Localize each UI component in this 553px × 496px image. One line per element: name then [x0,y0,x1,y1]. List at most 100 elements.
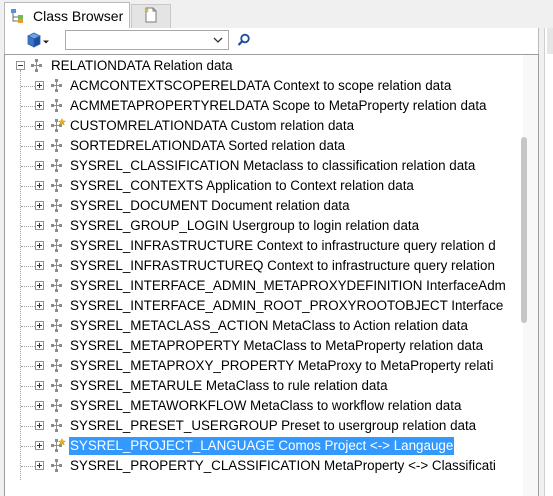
tree-node[interactable]: SORTEDRELATIONDATA Sorted relation data [5,136,525,156]
class-icon [50,78,66,94]
expand-toggle[interactable] [35,121,44,130]
search-button[interactable] [235,32,253,50]
tree-node[interactable]: SYSREL_METAPROPERTY MetaClass to MetaPro… [5,336,525,356]
tree-node[interactable]: SYSREL_INTERFACE_ADMIN_ROOT_PROXYROOTOBJ… [5,296,525,316]
tree-node[interactable]: SYSREL_DOCUMENT Document relation data [5,196,525,216]
tree-branch-line [21,466,35,467]
tree-branch-line [21,266,35,267]
class-browser-icon [9,6,29,26]
expand-toggle[interactable] [35,421,44,430]
tree-node-label: SYSREL_INTERFACE_ADMIN_METAPROXYDEFINITI… [70,278,506,293]
expand-toggle[interactable] [35,441,44,450]
tree-branch-line [21,286,35,287]
class-icon [50,418,66,434]
tree-branch-line [21,106,35,107]
expand-toggle[interactable] [35,101,44,110]
tree-branch-line [21,86,35,87]
tree-node-label: SYSREL_DOCUMENT Document relation data [70,198,350,213]
tree-branch-line [21,126,35,127]
tree-node[interactable]: CUSTOMRELATIONDATA Custom relation data [5,116,525,136]
tree-node-label: SYSREL_GROUP_LOGIN Usergroup to login re… [70,218,420,233]
class-icon [50,298,66,314]
tree-node[interactable]: ACMMETAPROPERTYRELDATA Scope to MetaProp… [5,96,525,116]
class-icon [50,218,66,234]
tree-node[interactable]: ACMCONTEXTSCOPERELDATA Context to scope … [5,76,525,96]
expand-toggle[interactable] [35,161,44,170]
expand-toggle[interactable] [35,321,44,330]
tree-node-label: SYSREL_METAPROXY_PROPERTY MetaProxy to M… [70,358,494,373]
tab-class-browser[interactable]: Class Browser [4,2,130,28]
tree-branch-line [21,366,35,367]
tree-node-label: SORTEDRELATIONDATA Sorted relation data [70,138,346,153]
expand-toggle[interactable] [35,341,44,350]
toolbar [4,28,539,54]
tree-branch-line [21,326,35,327]
expand-toggle[interactable] [35,261,44,270]
tree-node-label: SYSREL_INFRASTRUCTUREQ Context to infras… [70,258,495,273]
class-icon [50,138,66,154]
class-icon [50,158,66,174]
tree-node[interactable]: SYSREL_METACLASS_ACTION MetaClass to Act… [5,316,525,336]
tree-node[interactable]: SYSREL_INFRASTRUCTURE Context to infrast… [5,236,525,256]
class-star-icon [50,437,67,454]
tree-node[interactable]: SYSREL_CLASSIFICATION Metaclass to class… [5,156,525,176]
class-icon [50,238,66,254]
adjacent-panel-edge [544,28,553,496]
cube-icon [26,32,42,51]
class-icon [30,58,46,74]
tree-node[interactable]: SYSREL_METAWORKFLOW MetaClass to workflo… [5,396,525,416]
tree-node[interactable]: SYSREL_INTERFACE_ADMIN_METAPROXYDEFINITI… [5,276,525,296]
tree-node-selected[interactable]: SYSREL_PROJECT_LANGUAGE Comos Project <-… [5,436,525,456]
class-icon [50,378,66,394]
tree-branch-line [21,446,35,447]
expand-toggle[interactable] [35,241,44,250]
tree-node[interactable]: SYSREL_METARULE MetaClass to rule relati… [5,376,525,396]
tree-node[interactable]: SYSREL_METAPROXY_PROPERTY MetaProxy to M… [5,356,525,376]
expand-toggle[interactable] [35,81,44,90]
tree-node-label: SYSREL_PRESET_USERGROUP Preset to usergr… [70,418,477,433]
tree-node[interactable]: SYSREL_INFRASTRUCTUREQ Context to infras… [5,256,525,276]
tree-node-label: SYSREL_METACLASS_ACTION MetaClass to Act… [70,318,468,333]
tree-node-label: ACMMETAPROPERTYRELDATA Scope to MetaProp… [70,98,487,113]
scrollbar-thumb[interactable] [521,137,527,323]
expand-toggle[interactable] [35,301,44,310]
search-icon [237,33,251,50]
collapse-toggle[interactable] [16,61,25,70]
expand-toggle[interactable] [35,281,44,290]
expand-toggle[interactable] [35,181,44,190]
tree-node[interactable]: SYSREL_PROPERTY_CLASSIFICATION MetaPrope… [5,456,525,476]
tree-node-label: SYSREL_METAPROPERTY MetaClass to MetaPro… [70,338,484,353]
tree-node[interactable]: SYSREL_PRESET_USERGROUP Preset to usergr… [5,416,525,436]
tree-branch-line [21,146,35,147]
tab-class-browser-label: Class Browser [33,7,124,24]
expand-toggle[interactable] [35,461,44,470]
tab-new-document[interactable] [131,4,171,28]
class-icon [50,338,66,354]
expand-toggle[interactable] [35,221,44,230]
tree-node-label: SYSREL_INFRASTRUCTURE Context to infrast… [70,238,496,253]
expand-toggle[interactable] [35,361,44,370]
class-icon [50,278,66,294]
filter-combo[interactable] [65,30,229,50]
tree-node[interactable]: SYSREL_GROUP_LOGIN Usergroup to login re… [5,216,525,236]
class-icon [50,318,66,334]
tree-node-root[interactable]: RELATIONDATA Relation data [5,56,525,76]
tree-branch-line [21,246,35,247]
tree-branch-line [21,386,35,387]
class-icon [50,258,66,274]
cube-menu-button[interactable] [23,32,53,50]
class-tree[interactable]: RELATIONDATA Relation data ACMCONTEXTSCOP… [4,54,539,496]
expand-toggle[interactable] [35,141,44,150]
class-star-icon [50,117,67,134]
tree-node-label: SYSREL_PROJECT_LANGUAGE Comos Project <-… [69,437,455,455]
expand-toggle[interactable] [35,201,44,210]
tree-branch-line [21,186,35,187]
tree-node-label: SYSREL_METARULE MetaClass to rule relati… [70,378,388,393]
expand-toggle[interactable] [35,381,44,390]
expand-toggle[interactable] [35,401,44,410]
combo-dropdown-icon[interactable] [211,32,225,48]
tree-branch-line [21,426,35,427]
tree-node[interactable]: SYSREL_CONTEXTS Application to Context r… [5,176,525,196]
tree-branch-line [21,206,35,207]
tree-branch-line [21,346,35,347]
